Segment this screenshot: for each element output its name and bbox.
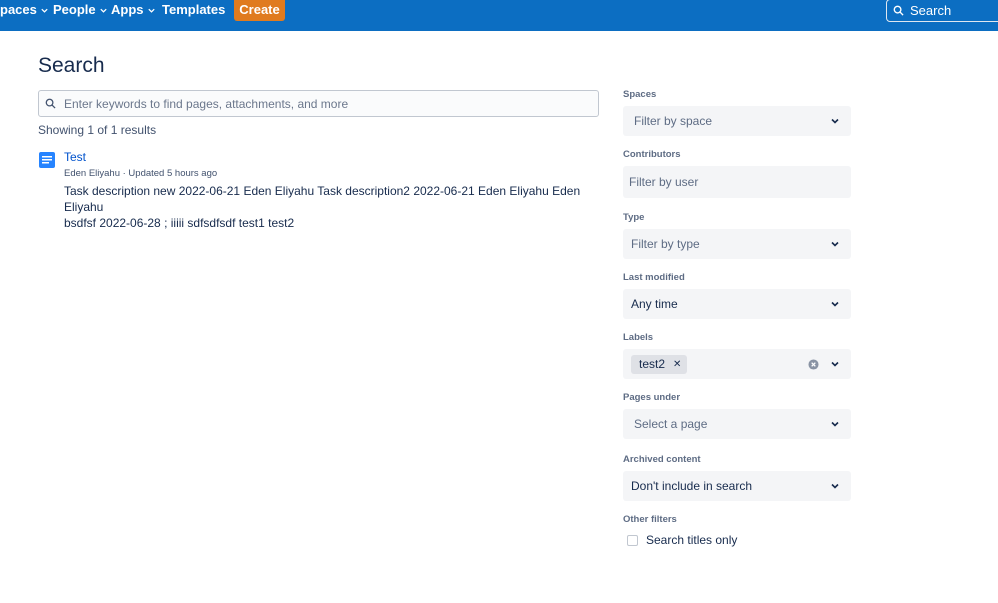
filter-archived-value: Don't include in search [631,479,753,493]
filter-archived-label: Archived content [623,454,701,465]
filter-last-modified-select[interactable]: Any time [623,289,851,319]
nav-search-placeholder: Search [910,3,952,18]
nav-templates[interactable]: Templates [162,0,225,20]
filter-pages-under-select[interactable]: Select a page [623,409,851,439]
result-title-link[interactable]: Test [64,150,86,164]
filter-type-select[interactable]: Filter by type [623,229,851,259]
result-snippet: Task description new 2022-06-21 Eden Eli… [64,183,594,231]
top-navigation: paces People Apps Templates Create Searc… [0,0,998,31]
search-input[interactable] [38,90,599,117]
search-icon [45,98,56,109]
chevron-down-icon [147,8,155,13]
chevron-down-icon [829,115,841,127]
nav-apps-label: Apps [111,2,144,17]
chevron-down-icon [829,298,841,310]
chevron-down-icon [829,480,841,492]
results-count: Showing 1 of 1 results [38,123,157,137]
filter-type-value: Filter by type [631,237,700,251]
nav-apps[interactable]: Apps [111,0,156,20]
chevron-down-icon [41,8,48,13]
create-button[interactable]: Create [234,0,285,21]
search-text-field[interactable] [62,95,598,112]
label-tag-text: test2 [639,357,666,371]
filter-contributors-label: Contributors [623,149,681,160]
filter-other-label: Other filters [623,514,677,525]
chevron-down-icon [99,8,107,13]
nav-spaces[interactable]: paces [0,0,49,20]
search-titles-only-option[interactable]: Search titles only [627,533,737,547]
filter-type-label: Type [623,212,645,223]
result-snippet-line-2: bsdfsf 2022-06-28 ; iiiii sdfsdfsdf test… [64,216,295,230]
nav-people-label: People [53,2,96,17]
filter-pages-under-label: Pages under [623,392,681,403]
label-tag: test2 ✕ [631,354,688,374]
filter-pages-under-value: Select a page [634,417,708,431]
result-snippet-line-1: Task description new 2022-06-21 Eden Eli… [64,184,581,214]
nav-search-input[interactable]: Search [886,0,998,22]
filter-spaces-label: Spaces [623,89,657,100]
page-icon [39,152,55,173]
filter-labels-label: Labels [623,332,654,343]
chevron-down-icon [829,358,841,370]
search-icon [893,5,904,16]
result-meta: Eden Eliyahu · Updated 5 hours ago [64,168,218,179]
nav-people[interactable]: People [53,0,108,20]
search-titles-only-label: Search titles only [646,533,738,547]
filter-contributors-value: Filter by user [629,175,699,189]
page-title: Search [38,54,105,77]
nav-templates-label: Templates [162,2,226,17]
chevron-down-icon [829,238,841,250]
chevron-down-icon [829,418,841,430]
nav-spaces-label: paces [0,2,37,17]
filter-contributors-input[interactable]: Filter by user [623,166,851,198]
clear-icon[interactable] [808,358,819,370]
remove-tag-icon[interactable]: ✕ [673,359,681,370]
filter-spaces-value: Filter by space [634,114,713,128]
search-titles-only-checkbox[interactable] [627,534,638,546]
filter-last-modified-value: Any time [631,297,678,311]
filter-spaces-select[interactable]: Filter by space [623,106,851,136]
filter-last-modified-label: Last modified [623,272,685,283]
filter-labels-select[interactable]: test2 ✕ [623,349,851,379]
filter-archived-select[interactable]: Don't include in search [623,471,851,501]
